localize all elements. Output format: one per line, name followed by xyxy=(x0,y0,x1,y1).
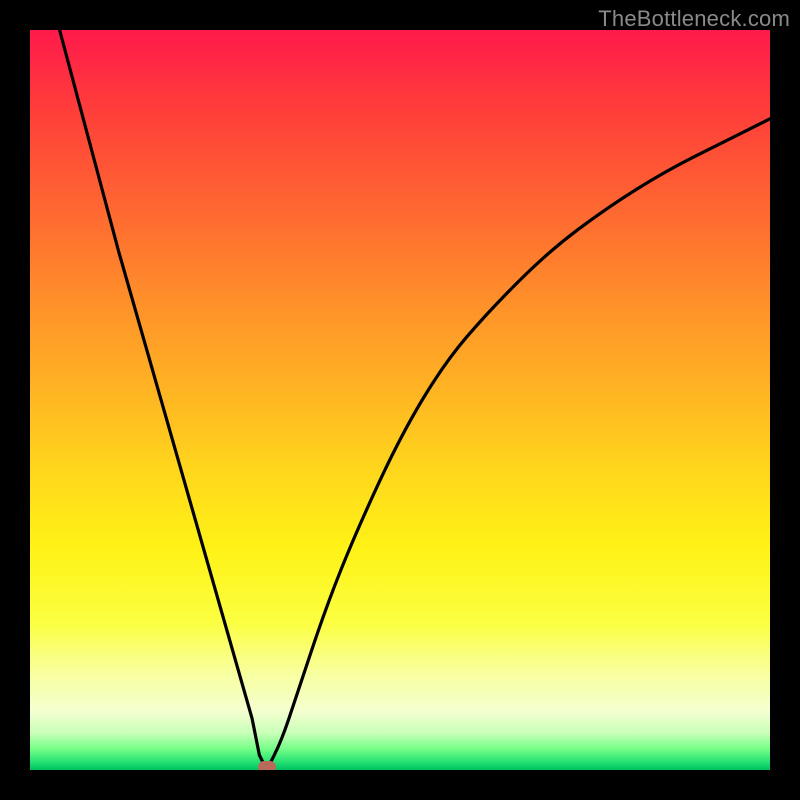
vertex-marker xyxy=(258,761,276,770)
bottleneck-curve xyxy=(30,30,770,770)
chart-frame: TheBottleneck.com xyxy=(0,0,800,800)
watermark-text: TheBottleneck.com xyxy=(598,6,790,32)
plot-area xyxy=(30,30,770,770)
